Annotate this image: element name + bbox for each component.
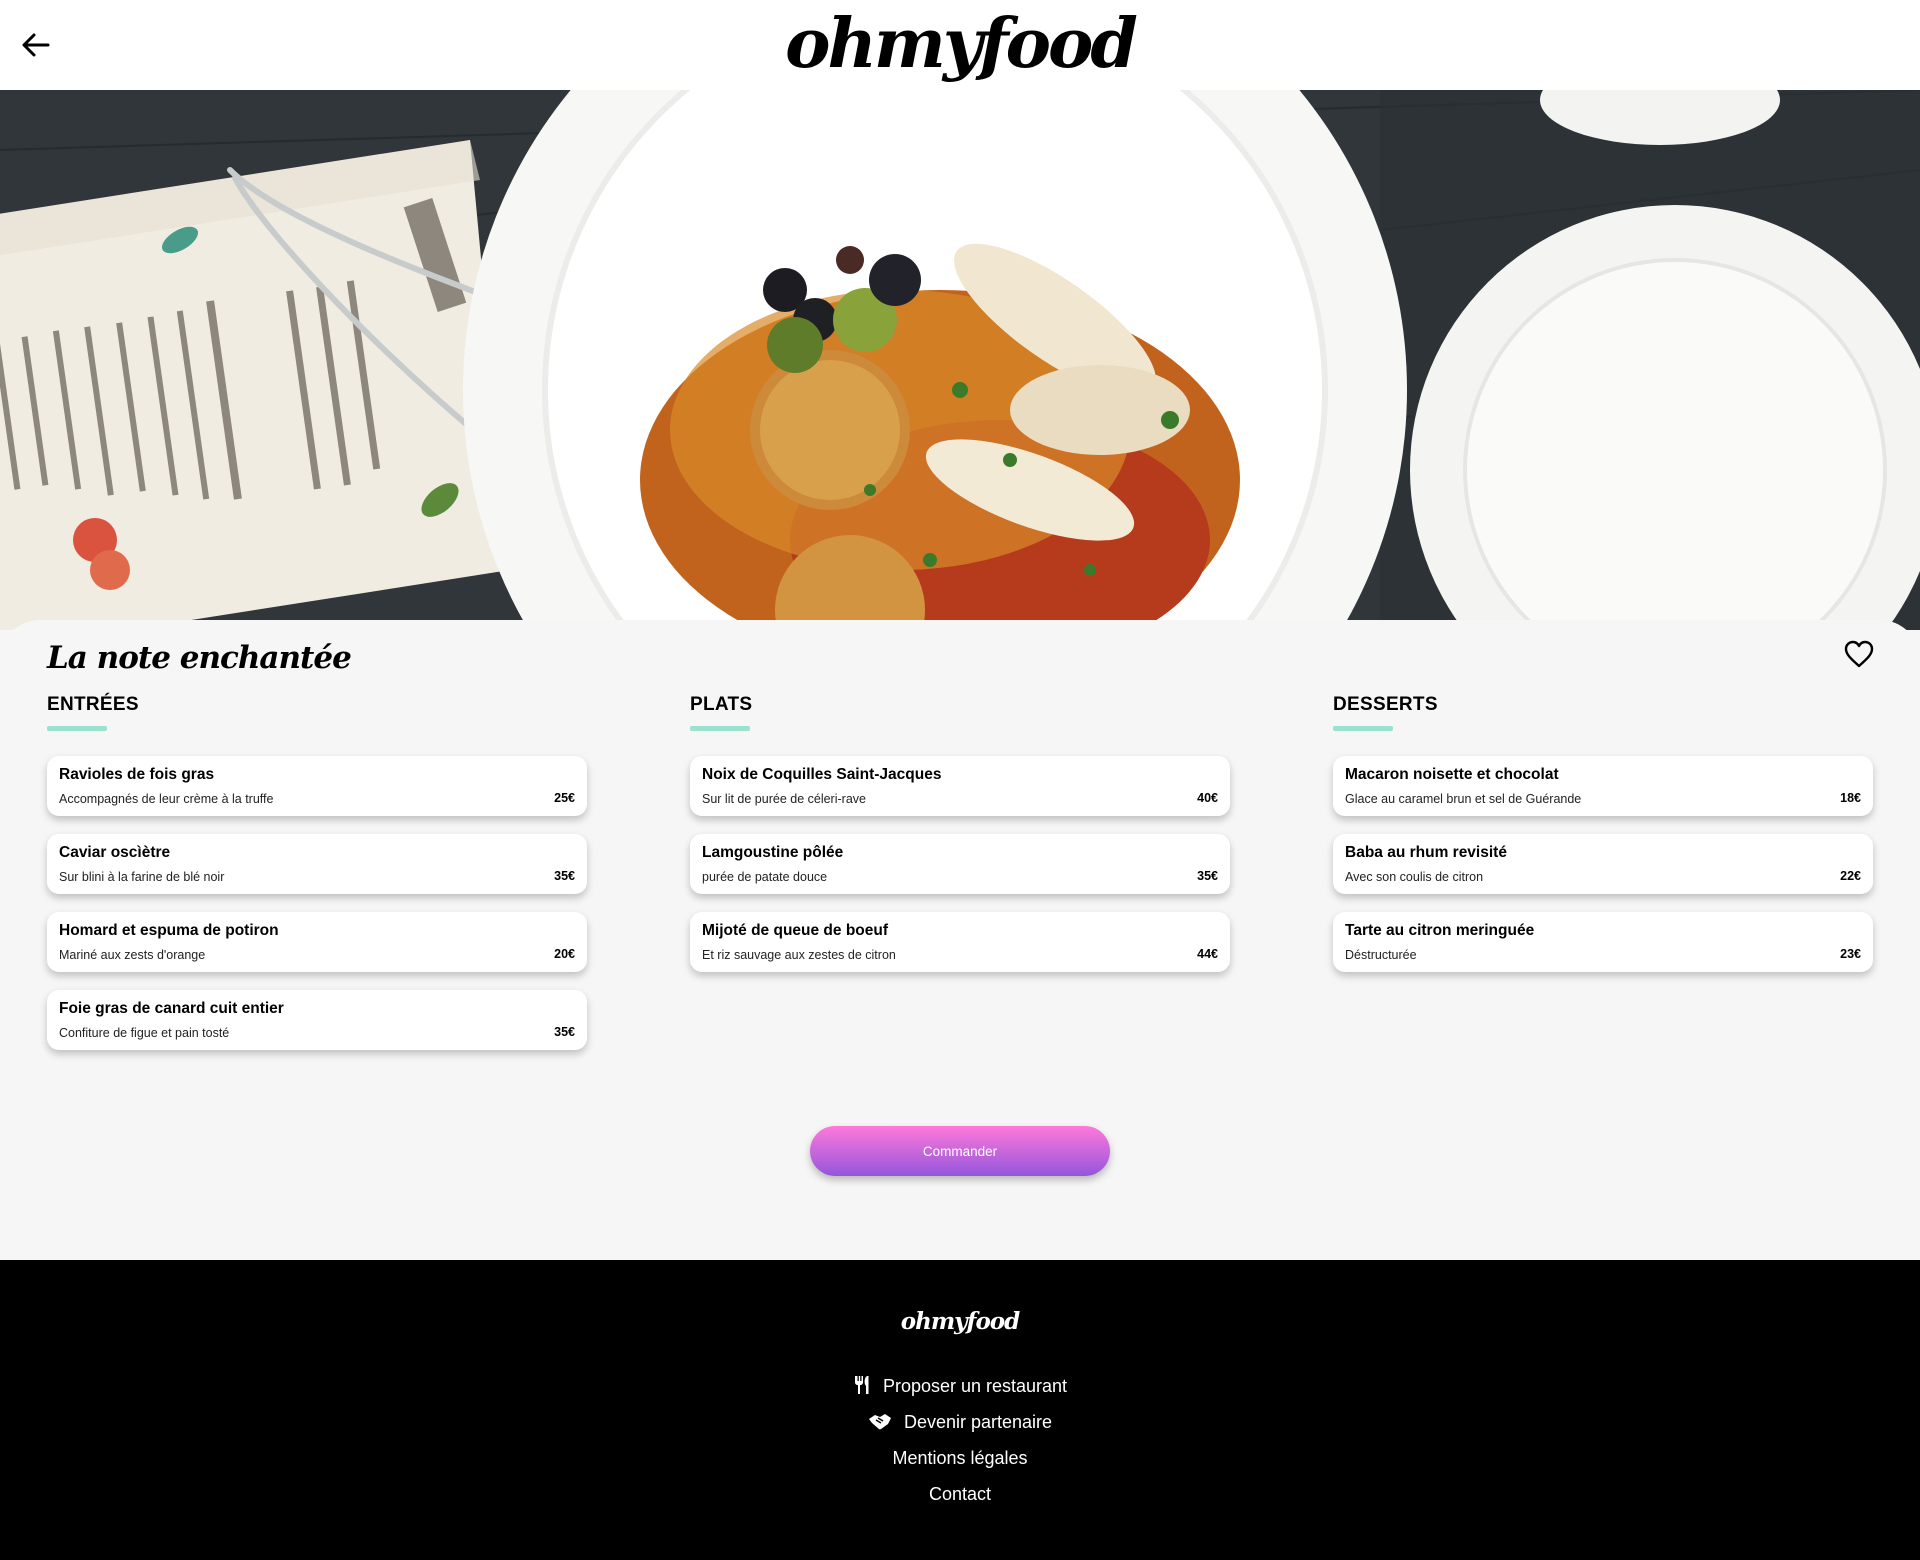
dish-name: Ravioles de fois gras [59,766,215,783]
site-logo[interactable]: ohmyfood [0,4,1920,84]
menu-column-entrees: ENTRÉES Ravioles de fois gras Accompagné… [47,694,587,1068]
dish-price: 35€ [554,869,575,883]
menu-heading-plats: PLATS [690,694,753,715]
order-button[interactable]: Commander [810,1126,1110,1176]
dish-list-plats: Noix de Coquilles Saint-Jacques Sur lit … [690,756,1230,972]
dish-name: Caviar oscìètre [59,844,171,861]
dish-name: Mijoté de queue de boeuf [702,922,889,939]
dish-card[interactable]: Lamgoustine pôlée purée de patate douce … [690,834,1230,894]
dish-name: Homard et espuma de potiron [59,922,279,939]
dish-price: 23€ [1840,947,1861,961]
footer-link-label: Contact [928,1484,992,1504]
dish-description: Accompagnés de leur crème à la truffe [59,792,274,806]
dish-price: 35€ [1197,869,1218,883]
dish-price: 22€ [1840,869,1861,883]
dish-description: Et riz sauvage aux zestes de citron [702,948,896,962]
dish-price: 40€ [1197,791,1218,805]
footer-link-label: Proposer un restaurant [882,1376,1068,1396]
dish-price: 18€ [1840,791,1861,805]
utensils-icon [854,1376,869,1394]
dish-name: Tarte au citron meringuée [1345,922,1535,939]
dish-list-entrees: Ravioles de fois gras Accompagnés de leu… [47,756,587,1050]
dish-card[interactable]: Tarte au citron meringuée Déstructurée 2… [1333,912,1873,972]
dish-price: 20€ [554,947,575,961]
dish-price: 25€ [554,791,575,805]
handshake-icon [868,1414,891,1430]
dish-card[interactable]: Macaron noisette et chocolat Glace au ca… [1333,756,1873,816]
footer-link-contact[interactable]: Contact [0,1476,1920,1512]
footer-logo[interactable]: ohmyfood [0,1308,1920,1335]
dish-name: Macaron noisette et chocolat [1345,766,1559,783]
dish-card[interactable]: Mijoté de queue de boeuf Et riz sauvage … [690,912,1230,972]
footer-link-legal[interactable]: Mentions légales [0,1440,1920,1476]
menu-heading-desserts: DESSERTS [1333,694,1438,715]
restaurant-panel: La note enchantée ENTRÉES Ravioles de fo… [0,620,1920,1260]
restaurant-title: La note enchantée [47,640,352,676]
dish-card[interactable]: Noix de Coquilles Saint-Jacques Sur lit … [690,756,1230,816]
dish-description: Déstructurée [1345,948,1417,962]
dish-card[interactable]: Ravioles de fois gras Accompagnés de leu… [47,756,587,816]
footer-link-become-partner[interactable]: Devenir partenaire [0,1404,1920,1440]
dish-description: Glace au caramel brun et sel de Guérande [1345,792,1582,806]
site-footer: ohmyfood Proposer un restaurant Devenir … [0,1260,1920,1560]
dish-card[interactable]: Homard et espuma de potiron Mariné aux z… [47,912,587,972]
dish-card[interactable]: Caviar oscìètre Sur blini à la farine de… [47,834,587,894]
hero-image [0,90,1920,630]
footer-link-propose-restaurant[interactable]: Proposer un restaurant [0,1368,1920,1404]
dish-list-desserts: Macaron noisette et chocolat Glace au ca… [1333,756,1873,972]
heading-underline [47,726,107,731]
heading-underline [690,726,750,731]
dish-name: Noix de Coquilles Saint-Jacques [702,766,942,783]
dish-description: Mariné aux zests d'orange [59,948,206,962]
menu-column-plats: PLATS Noix de Coquilles Saint-Jacques Su… [690,694,1230,990]
footer-link-label: Mentions légales [892,1448,1028,1468]
site-header: ohmyfood [0,0,1920,90]
heart-icon[interactable] [1844,640,1874,668]
dish-name: Foie gras de canard cuit entier [59,1000,284,1017]
dish-card[interactable]: Baba au rhum revisité Avec son coulis de… [1333,834,1873,894]
dish-description: Sur lit de purée de céleri-rave [702,792,866,806]
dish-name: Lamgoustine pôlée [702,844,844,861]
dish-name: Baba au rhum revisité [1345,844,1507,861]
dish-price: 44€ [1197,947,1218,961]
dish-description: purée de patate douce [702,870,828,884]
dish-price: 35€ [554,1025,575,1039]
menu-column-desserts: DESSERTS Macaron noisette et chocolat Gl… [1333,694,1873,990]
menu-heading-entrees: ENTRÉES [47,694,139,715]
dish-description: Avec son coulis de citron [1345,870,1484,884]
dish-description: Confiture de figue et pain tosté [59,1026,230,1040]
heading-underline [1333,726,1393,731]
dish-description: Sur blini à la farine de blé noir [59,870,225,884]
footer-links: Proposer un restaurant Devenir partenair… [0,1368,1920,1512]
dish-card[interactable]: Foie gras de canard cuit entier Confitur… [47,990,587,1050]
footer-link-label: Devenir partenaire [903,1412,1053,1432]
